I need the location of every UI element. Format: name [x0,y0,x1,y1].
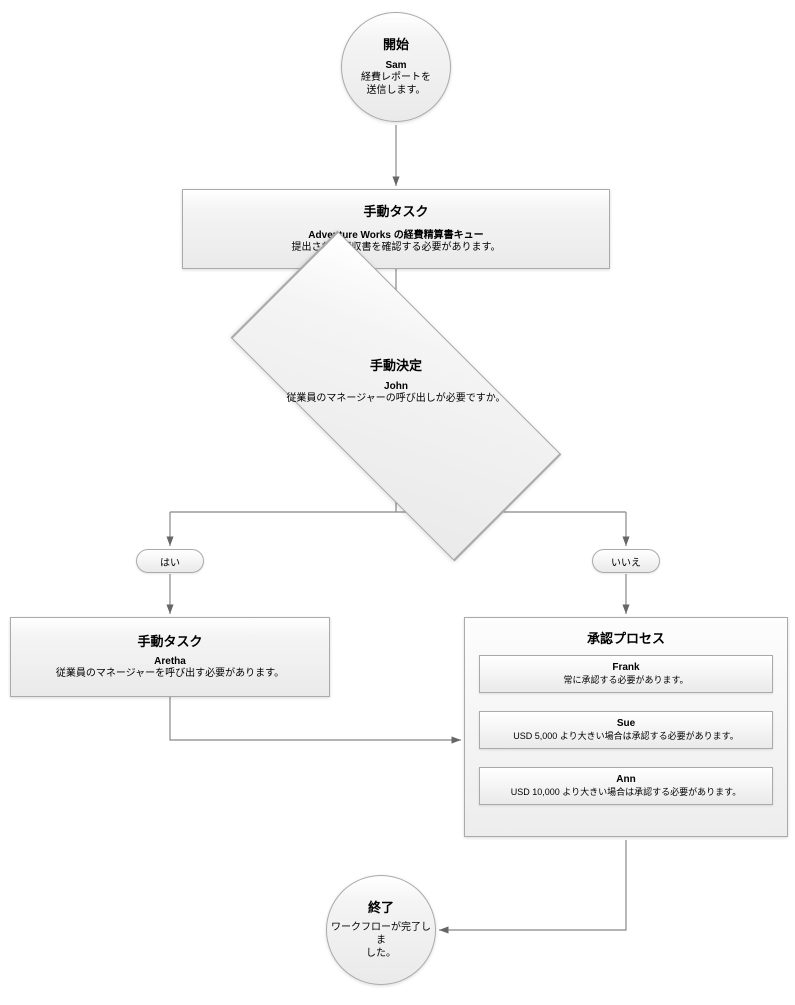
approval-step-2: Ann USD 10,000 より大きい場合は承認する必要があります。 [479,767,773,805]
start-node: 開始 Sam 経費レポートを 送信します。 [341,12,451,122]
decision-node: 手動決定 John 従業員のマネージャーの呼び出しが必要ですか。 [209,310,583,482]
task2-title: 手動タスク [137,634,202,651]
end-node: 終了 ワークフローが完了しま した。 [326,875,436,985]
decision-person: John [209,381,583,392]
start-person: Sam [385,60,406,71]
task2-person: Aretha [154,656,186,667]
end-title: 終了 [368,900,394,917]
approval-step-1-desc: USD 5,000 より大きい場合は承認する必要があります。 [484,729,768,742]
branch-no-pill: いいえ [592,549,660,573]
branch-yes-label: はい [160,554,180,569]
end-desc: ワークフローが完了しま した。 [327,921,435,960]
task1-person: Adventure Works の経費精算書キュー [308,226,483,241]
branch-yes-pill: はい [136,549,204,573]
approval-step-1: Sue USD 5,000 より大きい場合は承認する必要があります。 [479,711,773,749]
task2-node: 手動タスク Aretha 従業員のマネージャーを呼び出す必要があります。 [10,617,330,697]
connector-arrows [0,0,795,1005]
branch-no-label: いいえ [611,554,641,569]
approval-step-2-desc: USD 10,000 より大きい場合は承認する必要があります。 [484,785,768,798]
approval-step-0: Frank 常に承認する必要があります。 [479,655,773,693]
decision-title: 手動決定 [209,358,583,375]
approval-group: 承認プロセス Frank 常に承認する必要があります。 Sue USD 5,00… [464,617,788,837]
approval-step-2-name: Ann [484,774,768,785]
start-desc: 経費レポートを 送信します。 [361,71,431,97]
task1-desc: 提出された領収書を確認する必要があります。 [292,241,501,254]
task2-desc: 従業員のマネージャーを呼び出す必要があります。 [56,667,284,680]
start-title: 開始 [383,37,409,54]
task1-node: 手動タスク Adventure Works の経費精算書キュー 提出された領収書… [182,189,610,269]
approval-step-0-desc: 常に承認する必要があります。 [484,673,768,686]
approval-step-0-name: Frank [484,662,768,673]
approval-title: 承認プロセス [465,618,787,655]
approval-step-1-name: Sue [484,718,768,729]
task1-title: 手動タスク [363,204,428,221]
decision-desc: 従業員のマネージャーの呼び出しが必要ですか。 [209,392,583,405]
